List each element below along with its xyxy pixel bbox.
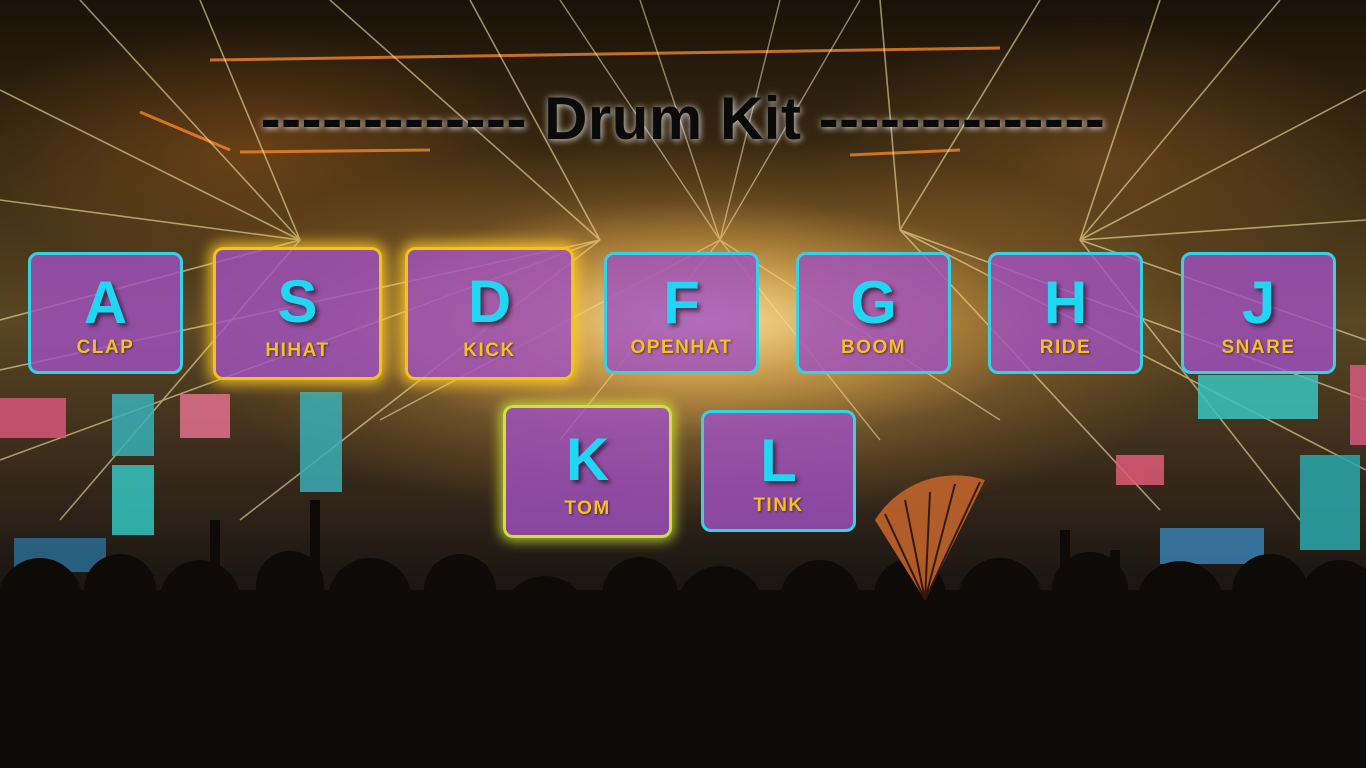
pad-key-label: G [850,269,897,336]
drum-pad-boom[interactable]: G BOOM [796,252,951,374]
pad-key-label: S [277,268,318,335]
pad-sound-label: BOOM [840,337,907,358]
drum-pad-hihat[interactable]: S HIHAT [213,247,382,380]
drum-pad-tink[interactable]: L TINK [701,410,856,532]
drum-pad-clap[interactable]: A CLAP [28,252,183,374]
pad-sound-label: SNARE [1221,337,1296,358]
pad-sound-label: KICK [463,340,516,361]
pad-key-label: H [1043,269,1088,336]
pad-key-label: K [565,426,610,493]
drum-pad-snare[interactable]: J SNARE [1181,252,1336,374]
pad-key-label: J [1241,269,1276,336]
pad-sound-label: OPENHAT [630,337,733,358]
drum-pad-kick[interactable]: D KICK [405,247,574,380]
drum-pad-ride[interactable]: H RIDE [988,252,1143,374]
pad-key-label: L [760,427,797,494]
pad-sound-label: TOM [564,498,611,519]
pad-sound-label: CLAP [76,337,135,358]
pad-sound-label: RIDE [1039,337,1092,358]
drum-pad-openhat[interactable]: F OPENHAT [604,252,759,374]
page-title: ------------- Drum Kit -------------- [260,85,1106,152]
drum-pad-tom[interactable]: K TOM [503,405,672,538]
pad-key-label: D [467,268,512,335]
pad-sound-label: TINK [753,495,804,516]
pad-key-label: F [663,269,700,336]
pad-key-label: A [83,269,128,336]
pad-sound-label: HIHAT [265,340,330,361]
page: ------------- Drum Kit -------------- A … [0,0,1366,768]
